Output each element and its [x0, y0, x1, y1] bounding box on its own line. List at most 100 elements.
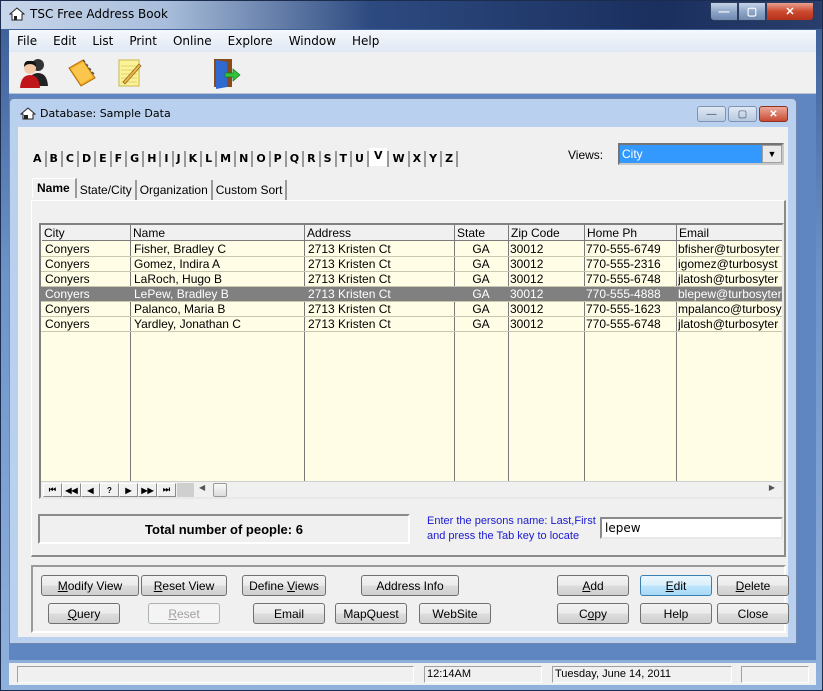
reset-view-button[interactable]: Reset View — [141, 575, 227, 596]
close-button[interactable]: Close — [717, 603, 789, 624]
letter-o-tab[interactable]: O — [253, 151, 271, 167]
prev-record-button[interactable]: ◀ — [81, 483, 100, 497]
letter-n-tab[interactable]: N — [236, 151, 254, 167]
letter-m-tab[interactable]: M — [217, 151, 237, 167]
letter-t-tab[interactable]: T — [337, 151, 353, 167]
maximize-button[interactable]: ▢ — [738, 2, 766, 21]
menu-online[interactable]: Online — [165, 34, 220, 48]
delete-button[interactable]: Delete — [717, 575, 789, 596]
letter-y-tab[interactable]: Y — [426, 151, 443, 167]
column-header-address[interactable]: Address — [304, 225, 454, 241]
table-row[interactable]: Conyers Gomez, Indira A 2713 Kristen Ct GA 3… — [41, 257, 782, 272]
modify-view-button[interactable]: Modify View — [41, 575, 139, 596]
query-button[interactable]: Query — [48, 603, 120, 624]
table-row[interactable]: Conyers Yardley, Jonathan C 2713 Kristen C… — [41, 317, 782, 332]
reset-button[interactable]: Reset — [148, 603, 220, 624]
column-header-zip[interactable]: Zip Code — [508, 225, 584, 241]
scroll-thumb[interactable] — [213, 483, 227, 497]
add-button[interactable]: Add — [557, 575, 629, 596]
menu-print[interactable]: Print — [121, 34, 165, 48]
column-header-email[interactable]: Email — [676, 225, 782, 241]
tab-organization[interactable]: Organization — [137, 180, 213, 200]
letter-c-tab[interactable]: C — [63, 151, 79, 167]
letter-b-tab[interactable]: B — [47, 151, 63, 167]
scroll-right-icon[interactable]: ▶ — [769, 483, 775, 492]
find-record-button[interactable]: ? — [100, 483, 119, 497]
cell-phone: 770-555-6749 — [586, 242, 661, 256]
letter-w-tab[interactable]: W — [387, 151, 410, 167]
table-row[interactable]: Conyers Palanco, Maria B 2713 Kristen Ct GA… — [41, 302, 782, 317]
scroll-left-icon[interactable]: ◀ — [199, 483, 205, 492]
minimize-button[interactable]: — — [710, 2, 738, 21]
next-page-button[interactable]: ▶▶ — [138, 483, 157, 497]
menu-edit[interactable]: Edit — [45, 34, 84, 48]
menu-window[interactable]: Window — [281, 34, 344, 48]
status-pane-message — [17, 666, 414, 683]
letter-r-tab[interactable]: R — [304, 151, 321, 167]
letter-h-tab[interactable]: H — [144, 151, 162, 167]
letter-e-tab[interactable]: E — [96, 151, 112, 167]
menu-file[interactable]: File — [9, 34, 45, 48]
letter-z-tab[interactable]: Z — [442, 151, 459, 167]
prev-page-button[interactable]: ◀◀ — [62, 483, 81, 497]
address-book-icon[interactable] — [65, 56, 99, 90]
people-icon[interactable] — [17, 56, 51, 90]
letter-g-tab[interactable]: G — [127, 151, 145, 167]
letter-l-tab[interactable]: L — [202, 151, 218, 167]
letter-q-tab[interactable]: Q — [287, 151, 305, 167]
column-header-phone[interactable]: Home Ph — [584, 225, 676, 241]
child-minimize-button[interactable]: — — [697, 106, 726, 122]
tab-custom-sort[interactable]: Custom Sort — [213, 180, 288, 200]
copy-button[interactable]: Copy — [557, 603, 629, 624]
close-window-button[interactable]: ✕ — [766, 2, 814, 21]
cell-state: GA — [472, 302, 490, 316]
website-button[interactable]: WebSite — [419, 603, 491, 624]
contacts-grid[interactable]: City Name Address State Zip Code Home Ph Email… — [39, 223, 784, 499]
table-row[interactable]: Conyers LaRoch, Hugo B 2713 Kristen Ct GA 30… — [41, 272, 782, 287]
letter-v-tab[interactable]: V — [368, 148, 388, 166]
table-row[interactable]: Conyers Fisher, Bradley C 2713 Kristen Ct G… — [41, 242, 782, 257]
letter-i-tab[interactable]: I — [161, 151, 174, 167]
child-title-bar[interactable]: Database: Sample Data — ▢ ✕ — [10, 99, 796, 127]
column-header-city[interactable]: City — [41, 225, 130, 241]
exit-door-icon[interactable] — [209, 56, 243, 90]
notepad-icon[interactable] — [113, 56, 147, 90]
define-views-button[interactable]: Define Views — [242, 575, 326, 596]
tab-name[interactable]: Name — [32, 178, 77, 198]
column-header-name[interactable]: Name — [130, 225, 304, 241]
letter-d-tab[interactable]: D — [79, 151, 97, 167]
column-header-state[interactable]: State — [454, 225, 508, 241]
letter-a-tab[interactable]: A — [30, 151, 47, 167]
table-row[interactable]: Conyers LePew, Bradley B 2713 Kristen Ct GA… — [41, 287, 782, 302]
letter-f-tab[interactable]: F — [112, 151, 128, 167]
first-record-button[interactable]: ⏮ — [43, 483, 62, 497]
chevron-down-icon[interactable]: ▼ — [762, 145, 782, 163]
cell-state: GA — [472, 242, 490, 256]
letter-j-tab[interactable]: J — [174, 151, 186, 167]
locate-name-input[interactable]: lepew — [600, 517, 783, 539]
database-window: Database: Sample Data — ▢ ✕ ABCDEFGHIJKL… — [9, 98, 797, 644]
title-bar[interactable]: TSC Free Address Book — ▢ ✕ — [1, 1, 822, 29]
edit-button[interactable]: Edit — [640, 575, 712, 596]
menu-help[interactable]: Help — [344, 34, 387, 48]
house-icon — [9, 7, 25, 21]
letter-s-tab[interactable]: S — [321, 151, 337, 167]
address-info-button[interactable]: Address Info — [361, 575, 459, 596]
views-dropdown[interactable]: City ▼ — [618, 143, 784, 165]
child-close-button[interactable]: ✕ — [759, 106, 788, 122]
letter-k-tab[interactable]: K — [186, 151, 203, 167]
menu-explore[interactable]: Explore — [220, 34, 281, 48]
letter-u-tab[interactable]: U — [352, 151, 369, 167]
help-button[interactable]: Help — [640, 603, 712, 624]
last-record-button[interactable]: ⏭ — [157, 483, 176, 497]
horizontal-scrollbar[interactable]: ◀ ▶ — [177, 483, 779, 497]
minimize-icon: — — [718, 5, 730, 18]
letter-x-tab[interactable]: X — [410, 151, 427, 167]
tab-state-city[interactable]: State/City — [77, 180, 137, 200]
email-button[interactable]: Email — [253, 603, 325, 624]
mapquest-button[interactable]: MapQuest — [335, 603, 407, 624]
menu-list[interactable]: List — [84, 34, 121, 48]
letter-p-tab[interactable]: P — [271, 151, 287, 167]
child-maximize-button[interactable]: ▢ — [728, 106, 757, 122]
next-record-button[interactable]: ▶ — [119, 483, 138, 497]
